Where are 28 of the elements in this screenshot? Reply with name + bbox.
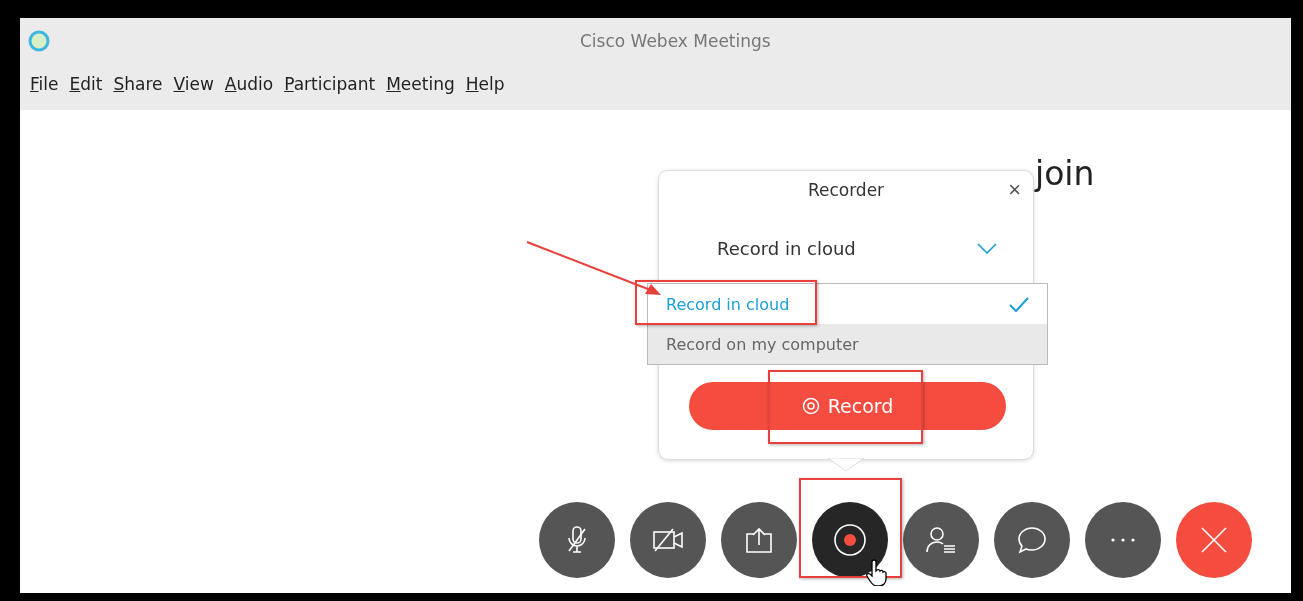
close-button[interactable]: ×	[1004, 177, 1025, 203]
record-button[interactable]: Record	[689, 382, 1006, 430]
menu-item[interactable]: View	[171, 72, 223, 96]
record-icon	[833, 523, 867, 557]
menu-item[interactable]: File	[28, 72, 68, 96]
menu-item[interactable]: Meeting	[384, 72, 464, 96]
close-icon	[1200, 526, 1228, 554]
participants-icon	[925, 525, 957, 555]
dropdown-option[interactable]: Record on my computer	[648, 324, 1047, 364]
menu-item[interactable]: Help	[463, 72, 514, 96]
menu-item[interactable]: Edit	[67, 72, 112, 96]
menu-item[interactable]: Participant	[282, 72, 385, 96]
window-title: Cisco Webex Meetings	[580, 31, 771, 51]
checkmark-icon	[1009, 296, 1029, 312]
waiting-heading: join	[1035, 154, 1095, 193]
record-icon	[801, 397, 820, 415]
app-logo-icon	[28, 30, 50, 52]
popup-title: Recorder	[807, 180, 885, 200]
chevron-down-icon	[977, 243, 997, 254]
more-icon	[1110, 537, 1136, 543]
chat-icon	[1016, 525, 1048, 555]
menu-item[interactable]: Audio	[222, 72, 283, 96]
share-icon	[744, 526, 774, 554]
menu-item[interactable]: Share	[111, 72, 172, 96]
camera-off-icon	[652, 527, 684, 553]
hand-cursor-icon	[866, 558, 890, 586]
record-location-select[interactable]: Record in cloud	[717, 238, 997, 259]
microphone-muted-icon	[566, 525, 588, 555]
